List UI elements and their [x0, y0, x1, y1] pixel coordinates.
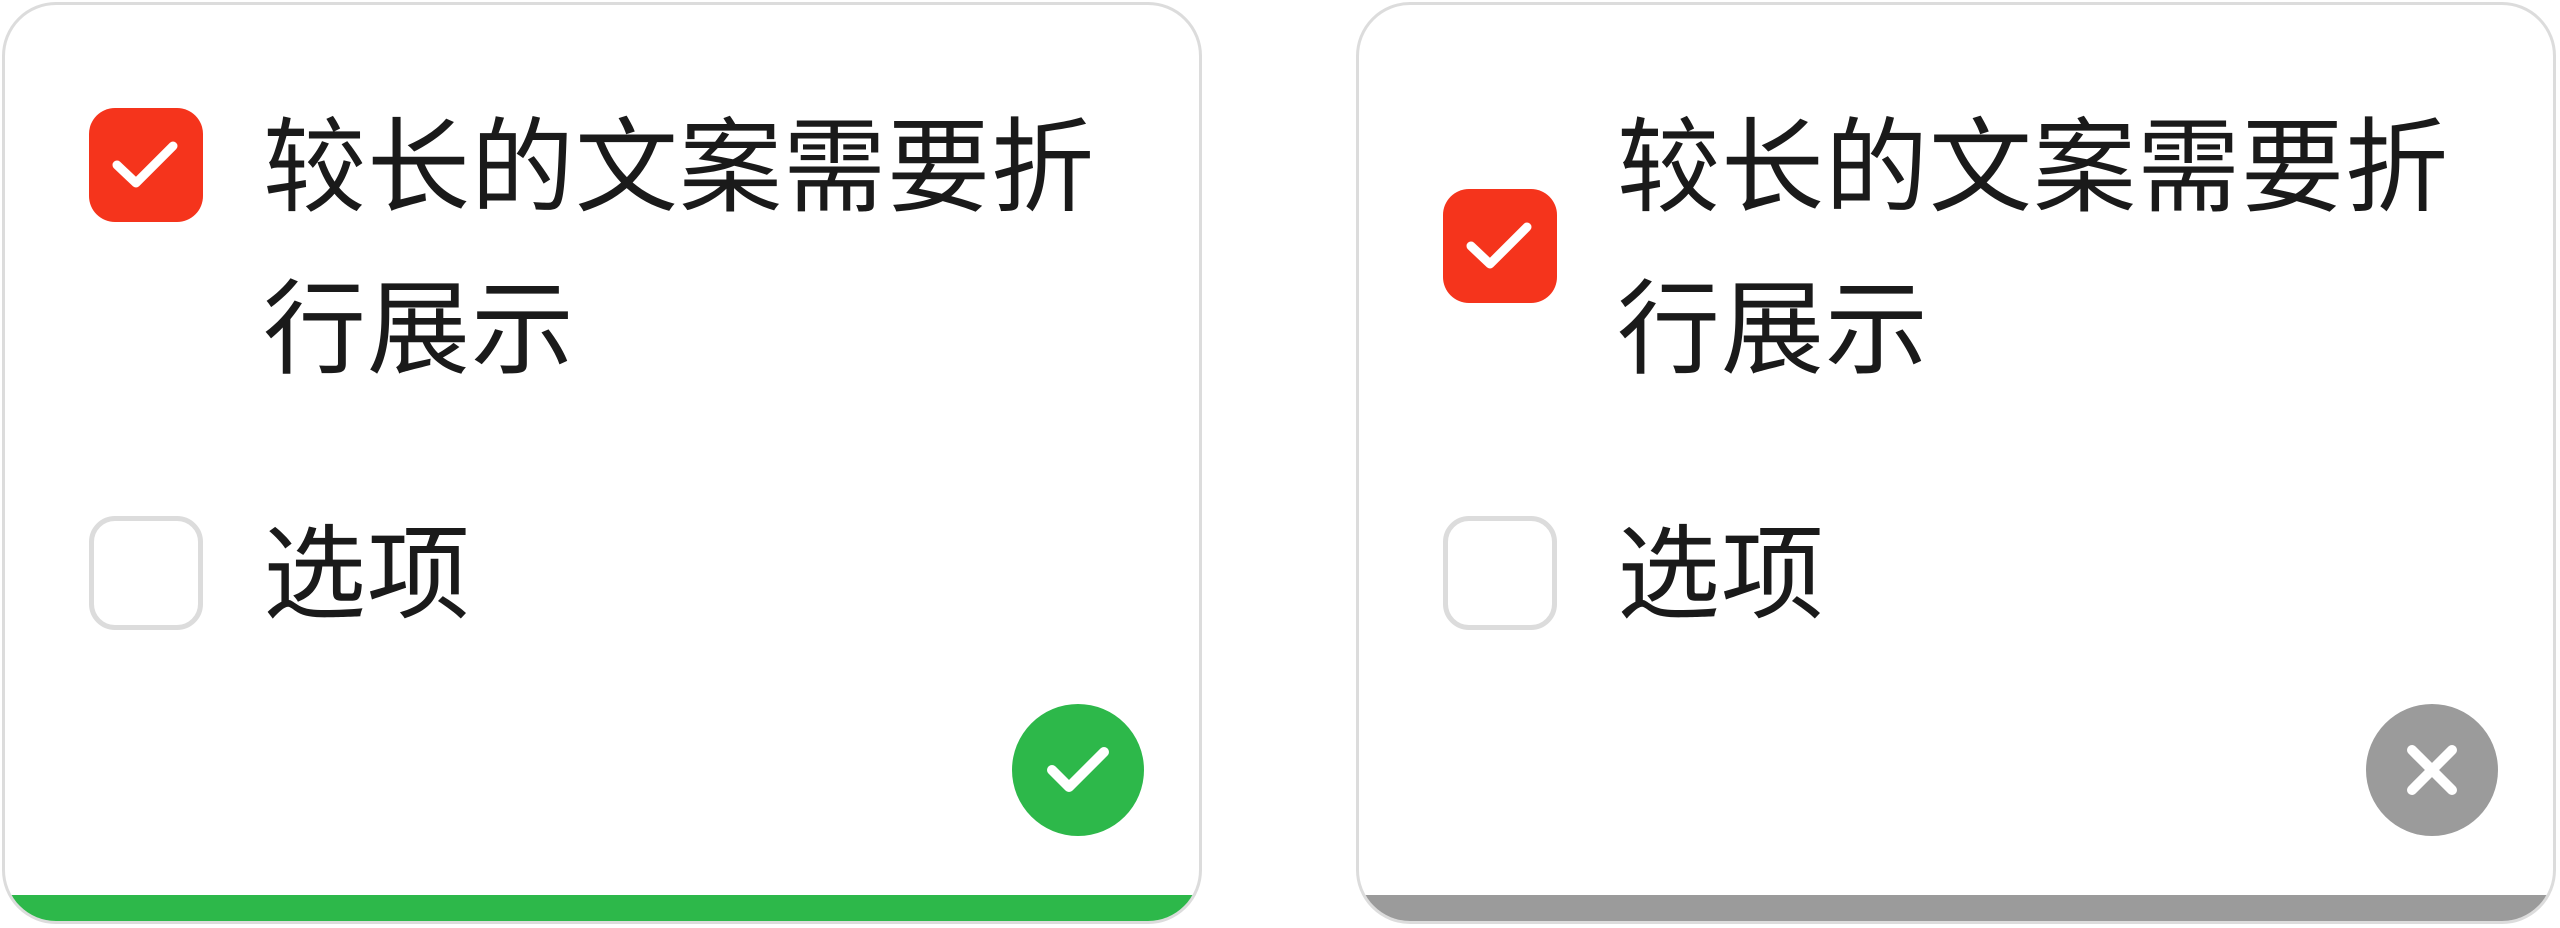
check-icon [112, 141, 178, 188]
answer-card-correct: 较长的文案需要折行展示 选项 [2, 2, 1202, 924]
check-icon [1466, 222, 1532, 269]
option-checkbox-unchecked[interactable] [89, 516, 203, 630]
option-checkbox-checked[interactable] [89, 108, 203, 222]
option-label: 较长的文案需要折行展示 [263, 108, 1095, 390]
result-badge-incorrect [2366, 704, 2498, 836]
result-badge-correct [1012, 704, 1144, 836]
option-checkbox-unchecked[interactable] [1443, 516, 1557, 630]
option-label: 选项 [1617, 515, 1825, 635]
check-icon [1047, 747, 1109, 792]
result-bar-incorrect [1359, 895, 2553, 921]
result-bar-correct [5, 895, 1199, 921]
option-label: 较长的文案需要折行展示 [1617, 108, 2449, 390]
option-label: 选项 [263, 515, 471, 635]
answer-card-incorrect: 较长的文案需要折行展示 选项 [1356, 2, 2556, 924]
close-icon [2407, 745, 2457, 795]
option-checkbox-checked[interactable] [1443, 189, 1557, 303]
